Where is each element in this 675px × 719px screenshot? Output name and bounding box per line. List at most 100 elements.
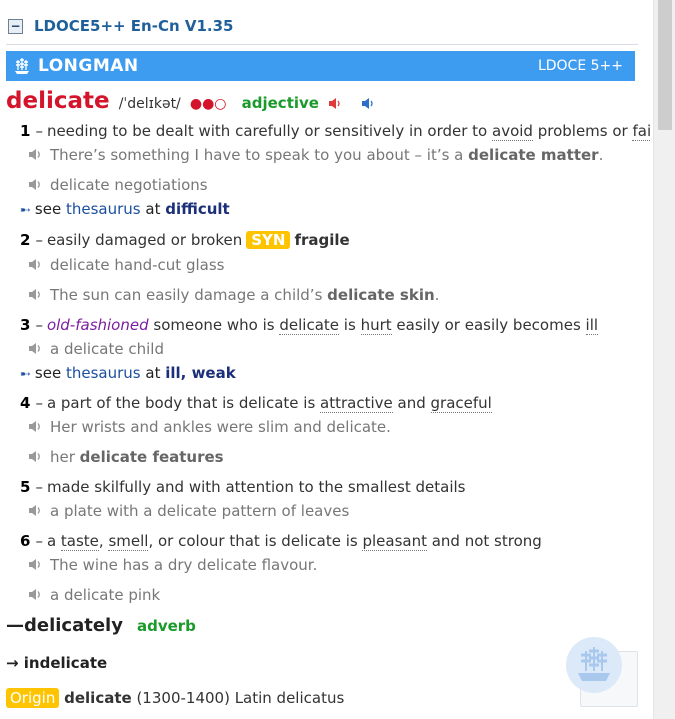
frequency-marks: ●●○: [189, 96, 227, 112]
sense-definition: made skilfully and with attention to the…: [46, 478, 466, 496]
speaker-icon[interactable]: [28, 178, 44, 191]
def-link[interactable]: avoid: [492, 122, 533, 141]
synonym-link[interactable]: fragile: [294, 231, 349, 249]
speaker-icon-british[interactable]: [328, 97, 342, 110]
example-text: .: [598, 146, 604, 164]
example: Her wrists and ankles were slim and deli…: [28, 418, 391, 436]
def-link[interactable]: attractive: [320, 394, 393, 413]
longman-ship-icon: [15, 58, 29, 74]
example: The wine has a dry delicate flavour.: [28, 556, 317, 574]
def-text: easily or easily becomes: [391, 316, 586, 334]
def-link[interactable]: taste: [60, 532, 99, 551]
longman-ship-icon: [566, 637, 622, 693]
speaker-icon[interactable]: [28, 148, 44, 161]
headword: delicate: [6, 88, 110, 114]
collapse-button[interactable]: −: [8, 19, 23, 34]
dictionary-title[interactable]: LDOCE5++ En-Cn V1.35: [34, 17, 234, 35]
example: a delicate pink: [28, 586, 160, 604]
example-text: a plate with a delicate pattern of leave…: [50, 502, 350, 520]
example: her delicate features: [28, 448, 224, 466]
def-link[interactable]: delicate: [279, 316, 340, 335]
sense-definition: a taste, smell, or colour that is delica…: [47, 532, 542, 551]
def-text: needing to be dealt with carefully or se…: [46, 122, 493, 140]
def-text: and: [392, 394, 431, 412]
sense-1: 1– needing to be dealt with carefully or …: [20, 122, 650, 141]
sense-3: 3– old-fashioned someone who is delicate …: [20, 316, 599, 335]
speaker-icon[interactable]: [28, 288, 44, 301]
def-link[interactable]: hurt: [360, 316, 392, 335]
example-text: a delicate child: [50, 340, 164, 358]
speaker-icon-american[interactable]: [361, 97, 375, 110]
sense-number: 4: [20, 394, 31, 412]
example-text: delicate negotiations: [50, 176, 208, 194]
sense-number: 5: [20, 478, 31, 496]
speaker-icon[interactable]: [28, 504, 44, 517]
dictionary-content: − LDOCE5++ En-Cn V1.35 LONGMAN LDOCE 5++…: [0, 0, 650, 719]
def-text: a: [46, 532, 61, 550]
example-text: a delicate pink: [50, 586, 161, 604]
dictionary-header: − LDOCE5++ En-Cn V1.35: [6, 16, 638, 45]
example-text: .: [434, 286, 440, 304]
def-text: and not strong: [426, 532, 542, 550]
register-label: old-fashioned: [46, 316, 149, 334]
see-text: at: [145, 364, 161, 382]
thesaurus-keyword-link[interactable]: difficult: [165, 200, 230, 218]
sense-4: 4– a part of the body that is delicate is…: [20, 394, 492, 413]
speaker-icon[interactable]: [28, 450, 44, 463]
see-text: at: [145, 200, 161, 218]
example-collocation: delicate features: [79, 448, 224, 466]
def-text: is: [339, 316, 361, 334]
derivative-pos: adverb: [136, 617, 196, 635]
sense-definition: needing to be dealt with carefully or se…: [47, 122, 650, 141]
def-text: , or colour that is delicate is: [148, 532, 363, 550]
sense-2: 2– easily damaged or broken SYN fragile: [20, 231, 350, 249]
speaker-icon[interactable]: [28, 420, 44, 433]
def-link[interactable]: smell: [108, 532, 149, 551]
pointer-arrow-icon: ➸: [20, 203, 31, 218]
thesaurus-link[interactable]: thesaurus: [66, 364, 141, 382]
ship-glyph: [578, 647, 610, 681]
speaker-icon[interactable]: [28, 342, 44, 355]
origin-badge: Origin: [6, 688, 60, 708]
example: There’s something I have to speak to you…: [28, 146, 603, 164]
cross-reference-link[interactable]: → indelicate: [6, 654, 107, 672]
origin-word: delicate: [64, 689, 132, 707]
thesaurus-keyword-link[interactable]: ill, weak: [165, 364, 235, 382]
thesaurus-ref: ➸ see thesaurus at difficult: [20, 200, 230, 218]
derivative-word: —delicately: [6, 615, 123, 636]
def-text: problems or: [532, 122, 633, 140]
example: a delicate child: [28, 340, 164, 358]
banner-version: LDOCE 5++: [537, 58, 623, 74]
example-text: her: [50, 448, 80, 466]
example: a plate with a delicate pattern of leave…: [28, 502, 349, 520]
sense-definition: easily damaged or broken: [46, 231, 243, 249]
longman-banner: LONGMAN LDOCE 5++: [6, 51, 635, 81]
part-of-speech: adjective: [241, 94, 319, 112]
def-link[interactable]: ill: [585, 316, 599, 335]
example: The sun can easily damage a child’s deli…: [28, 286, 439, 304]
example-text: The sun can easily damage a child’s: [50, 286, 328, 304]
vertical-scrollbar[interactable]: [653, 0, 675, 719]
headword-line: delicate /ˈdelɪkət/ ●●○ adjective: [6, 88, 375, 118]
thesaurus-link[interactable]: thesaurus: [66, 200, 141, 218]
def-link[interactable]: graceful: [430, 394, 492, 413]
sense-number: 2: [20, 231, 31, 249]
example-text: delicate hand-cut glass: [50, 256, 225, 274]
def-link[interactable]: pleasant: [362, 532, 427, 551]
speaker-icon[interactable]: [28, 588, 44, 601]
speaker-icon[interactable]: [28, 558, 44, 571]
derivative: —delicately adverb: [6, 615, 196, 636]
def-link[interactable]: failure: [632, 122, 650, 141]
sense-number: 6: [20, 532, 31, 550]
origin-text: (1300-1400) Latin delicatus: [131, 689, 345, 707]
sense-definition: someone who is delicate is hurt easily o…: [148, 316, 599, 335]
banner-brand: LONGMAN: [38, 56, 139, 76]
def-text: someone who is: [148, 316, 280, 334]
sense-number: 1: [20, 122, 31, 140]
example-text: The wine has a dry delicate flavour.: [50, 556, 318, 574]
see-text: see: [34, 364, 62, 382]
sense-number: 3: [20, 316, 31, 334]
def-text: a part of the body that is delicate is: [46, 394, 321, 412]
speaker-icon[interactable]: [28, 258, 44, 271]
scrollbar-thumb[interactable]: [658, 0, 672, 130]
